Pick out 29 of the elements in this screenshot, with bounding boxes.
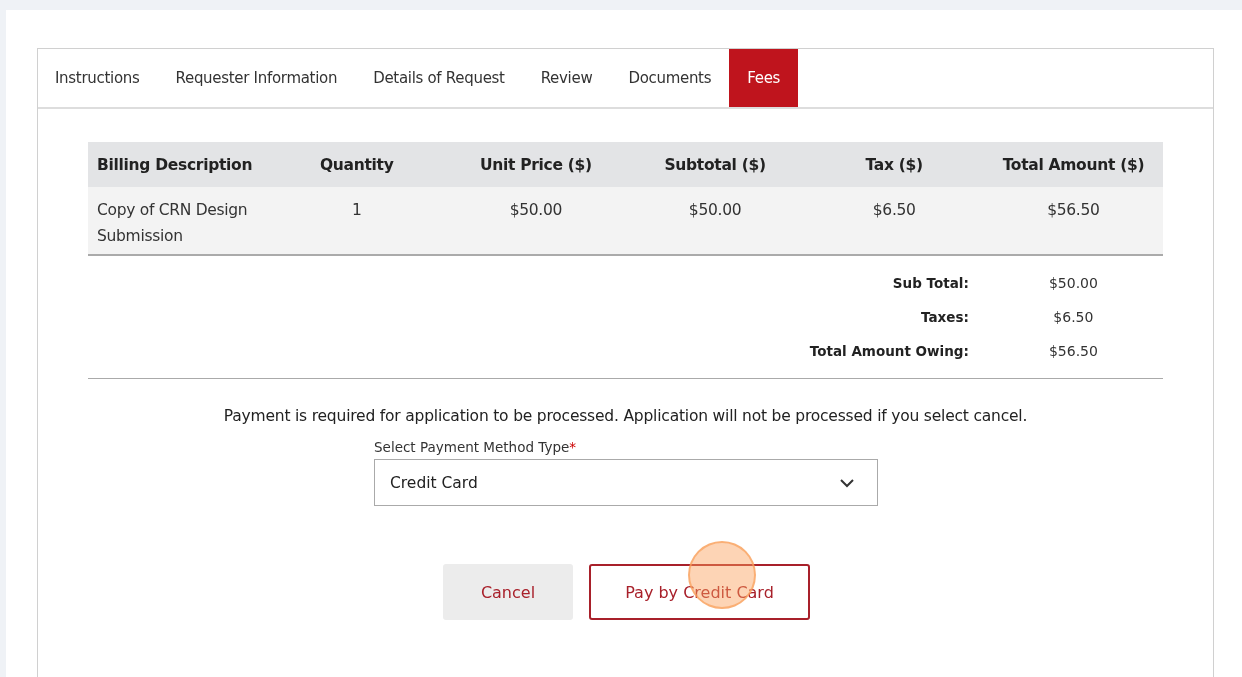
summary-value: $6.50 [1053, 308, 1094, 327]
column-header: Tax ($) [865, 154, 923, 176]
table-cell-text: Copy of CRN Design Submission [96, 200, 249, 247]
table-cell-text: 1 [351, 200, 362, 221]
tab[interactable]: Review [522, 49, 611, 107]
table-cell-text: $56.50 [1047, 200, 1100, 221]
tab[interactable]: Fees [729, 49, 799, 107]
column-header: Subtotal ($) [664, 154, 766, 176]
column-header: Billing Description [96, 154, 253, 176]
summary-label: Sub Total: [892, 274, 970, 293]
tab[interactable]: Instructions [38, 49, 158, 107]
payment-method-select[interactable]: Credit Card [374, 459, 878, 506]
column-header: Quantity [319, 154, 394, 176]
table-cell-text: $50.00 [688, 200, 742, 221]
tab[interactable]: Details of Request [355, 49, 523, 107]
summary-label: Total Amount Owing: [809, 342, 970, 361]
field-label: Select Payment Method Type* [374, 439, 577, 455]
column-header: Unit Price ($) [479, 154, 592, 176]
payment-notice: Payment is required for application to be processed. Application will not be processed if you select cancel. [222, 407, 1029, 425]
table-cell-text: $50.00 [509, 200, 563, 221]
chevron-down-icon [839, 477, 855, 488]
table-cell-text: $6.50 [872, 200, 916, 221]
summary-label: Taxes: [920, 308, 970, 327]
cancel-button[interactable]: Cancel [443, 564, 573, 620]
tab[interactable]: Requester Information [157, 49, 356, 107]
summary-value: $50.00 [1048, 274, 1098, 293]
summary-value: $56.50 [1048, 342, 1098, 361]
tab[interactable]: Documents [610, 49, 730, 107]
column-header: Total Amount ($) [1002, 154, 1145, 176]
